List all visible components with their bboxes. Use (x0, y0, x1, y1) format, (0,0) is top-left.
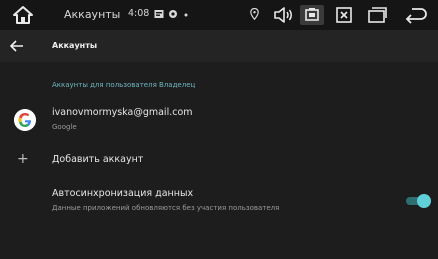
auto-sync-title: Автосинхронизация данных (52, 188, 194, 199)
section-header: Аккаунты для пользователя Владелец (52, 81, 196, 89)
back-arrow-icon[interactable] (404, 5, 428, 25)
plus-icon: + (17, 151, 29, 167)
status-time: 4:08 (128, 8, 150, 19)
volume-icon[interactable] (272, 5, 294, 25)
status-app-title: Аккаунты (64, 8, 121, 21)
dot-icon (184, 13, 188, 17)
auto-sync-toggle[interactable] (406, 194, 431, 208)
back-icon[interactable] (10, 39, 24, 53)
location-icon (250, 8, 259, 20)
google-icon (14, 109, 36, 131)
home-icon[interactable] (12, 5, 34, 25)
page-title: Аккаунты (52, 41, 98, 50)
toggle-thumb (417, 194, 431, 208)
account-type: Google (52, 123, 77, 131)
image-icon (154, 10, 164, 18)
auto-sync-item[interactable] (0, 180, 438, 220)
auto-sync-subtitle: Данные приложений обновляются без участи… (52, 204, 280, 212)
gear-icon (169, 10, 177, 18)
screenshot-icon[interactable] (300, 5, 324, 25)
account-email: ivanovmormyska@gmail.com (52, 107, 193, 118)
add-account-label: Добавить аккаунт (52, 154, 144, 165)
windows-icon[interactable] (366, 5, 388, 25)
close-box-icon[interactable] (334, 5, 354, 25)
